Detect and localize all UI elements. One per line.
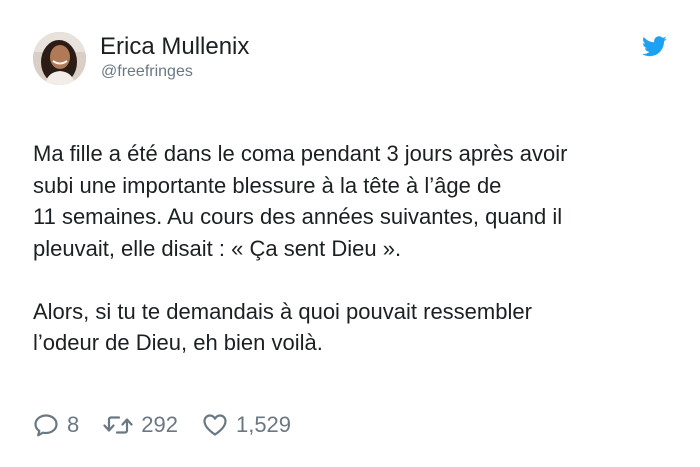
user-handle[interactable]: @freefringes [101,62,193,82]
profile-photo-icon [33,32,86,85]
reply-icon [34,414,58,437]
tweet-paragraph-1: Ma fille a été dans le coma pendant 3 jo… [33,141,568,261]
retweet-button[interactable]: 292 [103,412,178,438]
retweet-icon [103,416,133,434]
like-button[interactable]: 1,529 [202,412,291,438]
tweet-text: Ma fille a été dans le coma pendant 3 jo… [33,138,673,359]
tweet-card: Erica Mullenix @freefringes Ma fille a é… [0,0,700,467]
avatar[interactable] [33,32,86,85]
tweet-paragraph-2: Alors, si tu te demandais à quoi pouvait… [33,298,532,356]
reply-count: 8 [67,412,80,437]
reply-button[interactable]: 8 [33,412,79,438]
like-count: 1,529 [235,412,292,437]
retweet-count: 292 [141,412,178,437]
heart-icon [203,414,227,436]
display-name[interactable]: Erica Mullenix [100,33,249,61]
twitter-bird-icon[interactable] [642,36,667,57]
tweet-actions: 8 292 1,529 [33,410,291,440]
